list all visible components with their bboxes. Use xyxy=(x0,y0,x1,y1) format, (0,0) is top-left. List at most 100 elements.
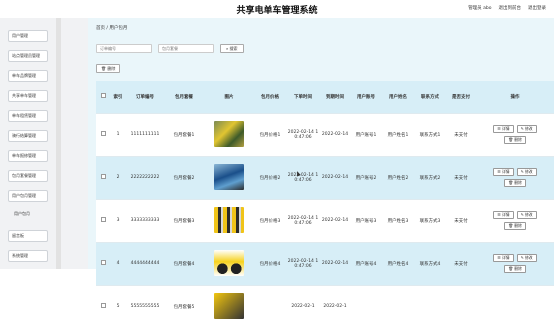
bike-photo-icon xyxy=(214,249,244,276)
order-number-cell: 4444444444 xyxy=(126,241,164,285)
top-links: 管理员 abo 退出到前台 退出登录 xyxy=(468,5,546,11)
edit-label: 修改 xyxy=(525,126,533,131)
batch-delete-button[interactable]: 🗑 删除 xyxy=(96,64,121,73)
price-cell xyxy=(254,284,286,328)
account-cell: 用户账号4 xyxy=(350,241,382,285)
plan-input[interactable] xyxy=(158,44,214,53)
account-cell: 用户账号1 xyxy=(350,112,382,156)
delete-button[interactable]: 🗑 删除 xyxy=(504,222,526,230)
index-cell: 2 xyxy=(110,155,126,199)
row-checkbox-cell[interactable] xyxy=(96,241,110,285)
sidebar-item-settlement[interactable]: 骑行结算管理 xyxy=(8,130,48,142)
expire-time-cell: 2022-02-14 xyxy=(320,155,350,199)
expire-time-cell: 2022-02-14 xyxy=(320,112,350,156)
contact-cell xyxy=(414,284,446,328)
edit-button[interactable]: ✎ 修改 xyxy=(516,125,537,133)
row-checkbox-cell[interactable] xyxy=(96,198,110,242)
detail-button[interactable]: ☰ 详情 xyxy=(493,168,514,176)
sidebar-item-rental[interactable]: 单车租赁管理 xyxy=(8,110,48,122)
sidebar-item-brand[interactable]: 单车品牌管理 xyxy=(8,70,48,82)
delete-button[interactable]: 🗑 删除 xyxy=(504,179,526,187)
paid-cell: 未支付 xyxy=(446,198,476,242)
sidebar-item-user[interactable]: 用户管理 xyxy=(8,30,48,42)
edit-label: 修改 xyxy=(525,169,533,174)
row-checkbox[interactable] xyxy=(100,174,106,179)
paid-cell: 未支付 xyxy=(446,112,476,156)
expire-time-cell: 2022-02-14 xyxy=(320,198,350,242)
delete-button[interactable]: 🗑 删除 xyxy=(504,265,526,273)
edit-label: 修改 xyxy=(525,212,533,217)
sidebar-item-system[interactable]: 系统管理 xyxy=(8,250,48,262)
go-frontend-link[interactable]: 退出到前台 xyxy=(499,5,522,11)
edit-button[interactable]: ✎ 修改 xyxy=(516,211,537,219)
delete-button[interactable]: 🗑 删除 xyxy=(504,136,526,144)
header-cell[interactable]: 用户姓名 xyxy=(382,81,414,113)
header-cell[interactable]: 包月价格 xyxy=(254,81,286,113)
edit-button[interactable]: ✎ 修改 xyxy=(516,168,537,176)
sidebar-item-plan[interactable]: 包月套餐管理 xyxy=(8,170,48,182)
account-cell: 用户账号2 xyxy=(350,155,382,199)
image-cell xyxy=(204,198,254,242)
contact-cell: 联系方式2 xyxy=(414,155,446,199)
table-row: 3 3333333333 包月套餐3 包月价格3 2022-02-14 10:47:06… xyxy=(96,198,554,242)
order-time-cell: 2022-02-14 10:47:06 xyxy=(286,198,320,242)
row-actions-top: ☰ 详情 ✎ 修改 xyxy=(493,254,537,262)
header-cell[interactable]: 用户账号 xyxy=(350,81,382,113)
header-cell[interactable]: 是否支付 xyxy=(446,81,476,113)
expire-time-cell: 2022-02-14 xyxy=(320,241,350,285)
paid-cell xyxy=(446,284,476,328)
price-cell: 包月价格2 xyxy=(254,155,286,199)
header-cell[interactable]: 到期时间 xyxy=(320,81,350,113)
detail-label: 详情 xyxy=(502,126,510,131)
sidebar-item-user-monthly[interactable]: 用户包月管理 xyxy=(8,190,48,202)
image-cell xyxy=(204,284,254,328)
name-cell xyxy=(382,284,414,328)
actions-cell: ☰ 详情 ✎ 修改 🗑 删除 xyxy=(476,241,554,285)
order-number-input[interactable] xyxy=(96,44,152,53)
header-cell[interactable]: 订单编号 xyxy=(126,81,164,113)
sidebar-item-board[interactable]: 留言板 xyxy=(8,230,48,242)
header-checkbox-cell[interactable] xyxy=(96,81,110,113)
row-checkbox[interactable] xyxy=(100,131,106,136)
sidebar-scrollbar[interactable] xyxy=(56,18,61,269)
actions-cell: ☰ 详情 ✎ 修改 🗑 删除 xyxy=(476,198,554,242)
actions-cell: ☰ 详情 ✎ 修改 🗑 删除 xyxy=(476,112,554,156)
row-checkbox[interactable] xyxy=(100,217,106,222)
actions-cell xyxy=(476,284,554,328)
row-actions: ☰ 详情 ✎ 修改 🗑 删除 xyxy=(476,168,554,187)
detail-button[interactable]: ☰ 详情 xyxy=(493,254,514,262)
edit-button[interactable]: ✎ 修改 xyxy=(516,254,537,262)
account-cell xyxy=(350,284,382,328)
select-all-checkbox[interactable] xyxy=(100,93,106,99)
sidebar-item-site-admin[interactable]: 站点管理员管理 xyxy=(8,50,48,62)
header-cell[interactable]: 联系方式 xyxy=(414,81,446,113)
row-checkbox-cell[interactable] xyxy=(96,112,110,156)
header-cell[interactable]: 图片 xyxy=(204,81,254,113)
current-user-label: 管理员 abo xyxy=(468,6,492,11)
top-bar: 共享电单车管理系统 管理员 abo 退出到前台 退出登录 xyxy=(0,0,554,18)
sidebar-item-repair[interactable]: 单车报修管理 xyxy=(8,150,48,162)
row-checkbox-cell[interactable] xyxy=(96,284,110,328)
detail-button[interactable]: ☰ 详情 xyxy=(493,125,514,133)
expire-time-cell: 2022-02-1 xyxy=(320,284,350,328)
bike-photo-icon xyxy=(214,206,244,233)
row-checkbox[interactable] xyxy=(100,303,106,309)
header-cell[interactable]: 包月套餐 xyxy=(164,81,204,113)
plan-cell: 包月套餐5 xyxy=(164,284,204,328)
sidebar-subitem-user-monthly[interactable]: 用户包月 xyxy=(14,211,30,217)
row-actions: ☰ 详情 ✎ 修改 🗑 删除 xyxy=(476,254,554,273)
logout-link[interactable]: 退出登录 xyxy=(528,5,546,11)
detail-button[interactable]: ☰ 详情 xyxy=(493,211,514,219)
sidebar-item-bike[interactable]: 共享单车管理 xyxy=(8,90,48,102)
row-checkbox-cell[interactable] xyxy=(96,155,110,199)
header-cell[interactable]: 索引 xyxy=(110,81,126,113)
plan-cell: 包月套餐4 xyxy=(164,241,204,285)
header-cell[interactable]: 下单时间 xyxy=(286,81,320,113)
delete-label: 删除 xyxy=(514,180,522,185)
sidebar: 用户管理 站点管理员管理 单车品牌管理 共享单车管理 单车租赁管理 骑行结算管理… xyxy=(0,18,88,269)
search-button[interactable]: ⌕ 搜索 xyxy=(220,44,244,53)
batch-delete-label: 删除 xyxy=(107,66,116,71)
row-checkbox[interactable] xyxy=(100,260,106,265)
order-time-cell: 2022-02-14 10:47:06 xyxy=(286,112,320,156)
row-actions: ☰ 详情 ✎ 修改 🗑 删除 xyxy=(476,211,554,230)
